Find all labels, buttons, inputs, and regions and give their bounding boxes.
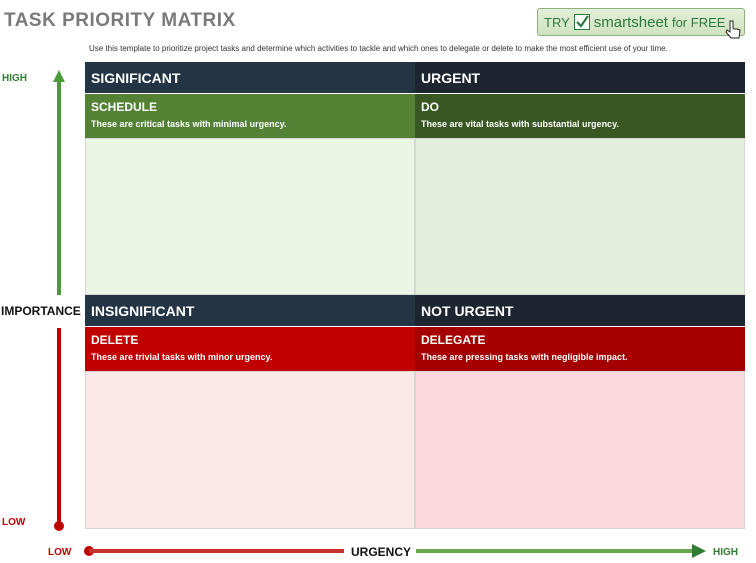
do-title: DO	[421, 100, 439, 114]
delegate-description: These are pressing tasks with negligible…	[421, 352, 628, 362]
delegate-band: DELEGATE These are pressing tasks with n…	[415, 327, 745, 371]
importance-arrow-up	[53, 70, 65, 295]
importance-axis-label: IMPORTANCE	[1, 304, 81, 318]
delete-description: These are trivial tasks with minor urgen…	[91, 352, 273, 362]
importance-low-dot	[54, 521, 64, 531]
urgency-arrow-head	[692, 544, 706, 558]
do-description: These are vital tasks with substantial u…	[421, 119, 619, 129]
delete-band: DELETE These are trivial tasks with mino…	[85, 327, 415, 371]
urgency-axis-label: URGENCY	[351, 545, 412, 559]
urgency-low-label: LOW	[48, 547, 72, 558]
do-band: DO These are vital tasks with substantia…	[415, 94, 745, 138]
header-significant: SIGNIFICANT	[85, 62, 415, 93]
importance-low-label: LOW	[2, 517, 26, 528]
delegate-title: DELEGATE	[421, 333, 486, 347]
urgency-high-label: HIGH	[713, 547, 738, 558]
header-urgent: URGENT	[415, 62, 745, 93]
urgency-arrow-low	[89, 549, 344, 553]
importance-high-label: HIGH	[2, 73, 27, 84]
header-not-urgent: NOT URGENT	[415, 295, 745, 326]
schedule-task-area[interactable]	[85, 138, 415, 295]
schedule-band: SCHEDULE These are critical tasks with m…	[85, 94, 415, 138]
schedule-title: SCHEDULE	[91, 100, 158, 114]
schedule-description: These are critical tasks with minimal ur…	[91, 119, 287, 129]
priority-matrix: SIGNIFICANT URGENT SCHEDULE These are cr…	[85, 62, 745, 529]
header-insignificant: INSIGNIFICANT	[85, 295, 415, 326]
urgency-arrow-high	[416, 549, 694, 553]
importance-arrow-low	[57, 328, 61, 522]
delegate-task-area[interactable]	[415, 371, 745, 529]
delete-task-area[interactable]	[85, 371, 415, 529]
delete-title: DELETE	[91, 333, 139, 347]
do-task-area[interactable]	[415, 138, 745, 295]
